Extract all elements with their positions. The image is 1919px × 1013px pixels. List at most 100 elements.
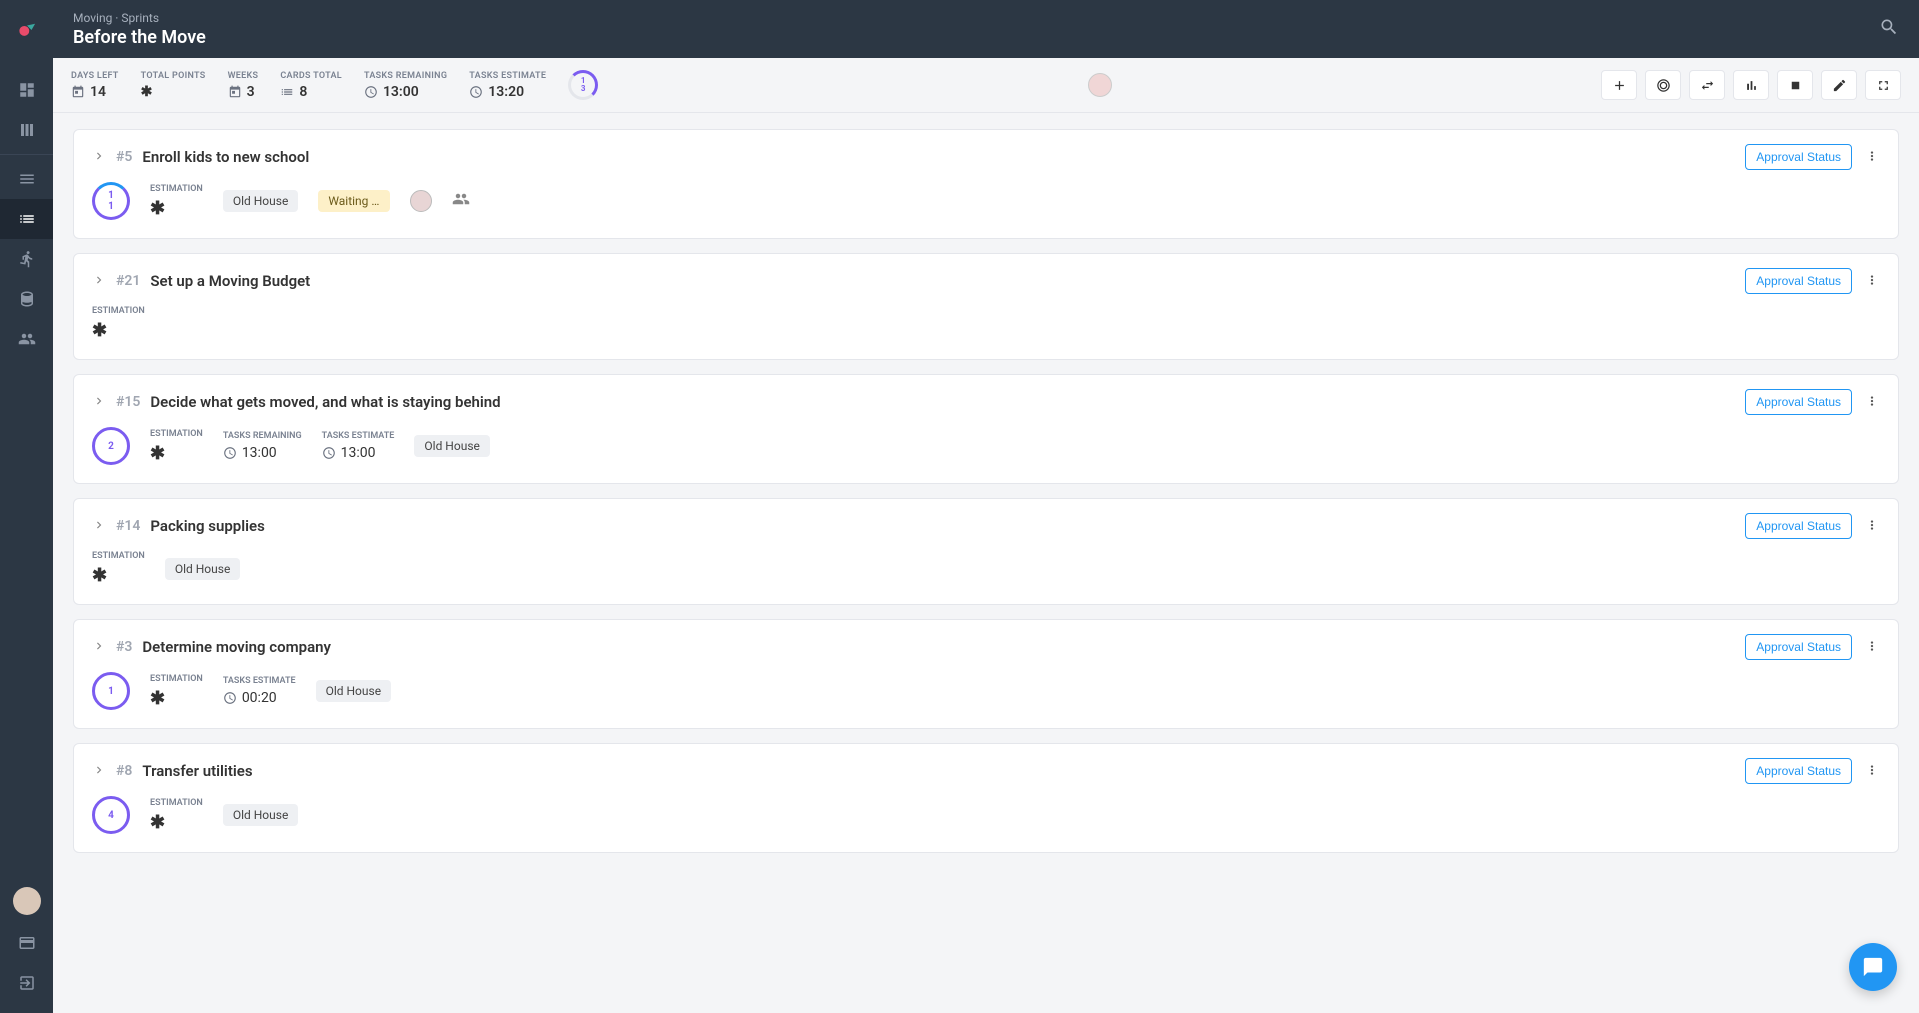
list-icon <box>280 85 294 99</box>
card-title: Determine moving company <box>142 638 331 656</box>
nav-columns[interactable] <box>0 110 53 150</box>
card-title: Set up a Moving Budget <box>150 272 310 290</box>
approval-status-button[interactable]: Approval Status <box>1745 268 1852 294</box>
card-id: #5 <box>116 149 132 165</box>
approval-status-button[interactable]: Approval Status <box>1745 389 1852 415</box>
approval-status-button[interactable]: Approval Status <box>1745 144 1852 170</box>
tag[interactable]: Old House <box>414 435 490 457</box>
expand-icon[interactable] <box>92 393 106 412</box>
card[interactable]: #5 Enroll kids to new school Approval St… <box>73 129 1899 239</box>
asterisk-icon: ✱ <box>150 812 203 833</box>
tasks_estimate-meta: TASKS ESTIMATE13:00 <box>322 431 395 461</box>
stat-weeks: WEEKS 3 <box>228 71 259 100</box>
asterisk-icon: ✱ <box>92 320 145 341</box>
clock-icon <box>223 446 237 460</box>
card-title: Decide what gets moved, and what is stay… <box>150 393 500 411</box>
add-button[interactable] <box>1601 70 1637 100</box>
expand-icon[interactable] <box>92 517 106 536</box>
nav-sprints[interactable] <box>0 239 53 279</box>
nav-storage[interactable] <box>0 279 53 319</box>
assignee-avatar[interactable] <box>410 190 432 212</box>
more-icon[interactable] <box>1864 272 1880 291</box>
progress-ring: 2 <box>92 427 130 465</box>
expand-icon[interactable] <box>92 762 106 781</box>
card-title: Packing supplies <box>150 517 264 535</box>
tag[interactable]: Old House <box>165 558 241 580</box>
nav-billing[interactable] <box>0 923 53 963</box>
asterisk-icon: ✱ <box>150 198 203 219</box>
stat-tasks-estimate: TASKS ESTIMATE 13:20 <box>469 71 546 100</box>
user-avatar[interactable] <box>13 887 41 915</box>
calendar-icon <box>228 85 242 99</box>
stop-button[interactable] <box>1777 70 1813 100</box>
stat-cards-total: CARDS TOTAL 8 <box>280 71 342 100</box>
nav-team[interactable] <box>0 319 53 359</box>
more-icon[interactable] <box>1864 638 1880 657</box>
stat-days-left: DAYS LEFT 14 <box>71 71 119 100</box>
card[interactable]: #21 Set up a Moving Budget Approval Stat… <box>73 253 1899 360</box>
tasks_estimate-meta: TASKS ESTIMATE00:20 <box>223 676 296 706</box>
more-icon[interactable] <box>1864 517 1880 536</box>
progress-ring: 1 <box>92 672 130 710</box>
card-id: #15 <box>116 394 140 410</box>
asterisk-icon: ✱ <box>92 565 145 586</box>
card[interactable]: #3 Determine moving company Approval Sta… <box>73 619 1899 729</box>
nav-dashboard[interactable] <box>0 70 53 110</box>
calendar-icon <box>71 85 85 99</box>
chat-button[interactable] <box>1849 943 1897 991</box>
stat-tasks-remaining: TASKS REMAINING 13:00 <box>364 71 447 100</box>
schedule-icon <box>322 446 336 460</box>
fullscreen-button[interactable] <box>1865 70 1901 100</box>
edit-button[interactable] <box>1821 70 1857 100</box>
progress-ring: 11 <box>92 182 130 220</box>
card-title: Enroll kids to new school <box>142 148 309 166</box>
card-id: #3 <box>116 639 132 655</box>
card[interactable]: #15 Decide what gets moved, and what is … <box>73 374 1899 484</box>
assignee-avatar[interactable] <box>1088 73 1112 97</box>
chart-button[interactable] <box>1733 70 1769 100</box>
card-title: Transfer utilities <box>142 762 252 780</box>
breadcrumb[interactable]: Moving · Sprints <box>73 11 206 25</box>
stat-total-points: TOTAL POINTS ✱ <box>141 71 206 100</box>
estimation-meta: ESTIMATION✱ <box>92 306 145 341</box>
approval-status-button[interactable]: Approval Status <box>1745 513 1852 539</box>
estimation-meta: ESTIMATION✱ <box>150 184 203 219</box>
tag[interactable]: Old House <box>316 680 392 702</box>
estimation-meta: ESTIMATION✱ <box>150 429 203 464</box>
tasks_remaining-meta: TASKS REMAINING13:00 <box>223 431 302 461</box>
expand-icon[interactable] <box>92 272 106 291</box>
nav-logout[interactable] <box>0 963 53 1003</box>
schedule-icon <box>223 691 237 705</box>
approval-status-button[interactable]: Approval Status <box>1745 634 1852 660</box>
info-bar: DAYS LEFT 14 TOTAL POINTS ✱ WEEKS 3 CARD… <box>53 58 1919 113</box>
asterisk-icon: ✱ <box>141 84 206 100</box>
topbar: Moving · Sprints Before the Move <box>53 0 1919 58</box>
group-icon[interactable] <box>452 190 470 212</box>
page-title: Before the Move <box>73 27 206 48</box>
more-icon[interactable] <box>1864 762 1880 781</box>
card-id: #21 <box>116 273 140 289</box>
card[interactable]: #14 Packing supplies Approval Status EST… <box>73 498 1899 605</box>
expand-icon[interactable] <box>92 148 106 167</box>
card[interactable]: #8 Transfer utilities Approval Status 4E… <box>73 743 1899 853</box>
more-icon[interactable] <box>1864 148 1880 167</box>
nav-list[interactable] <box>0 199 53 239</box>
estimation-meta: ESTIMATION✱ <box>92 551 145 586</box>
more-icon[interactable] <box>1864 393 1880 412</box>
transfer-button[interactable] <box>1689 70 1725 100</box>
progress-ring: 1 3 <box>568 70 598 100</box>
schedule-icon <box>469 85 483 99</box>
focus-button[interactable] <box>1645 70 1681 100</box>
asterisk-icon: ✱ <box>150 443 203 464</box>
nav-menu[interactable] <box>0 159 53 199</box>
search-icon[interactable] <box>1879 17 1899 41</box>
tag[interactable]: Old House <box>223 804 299 826</box>
clock-icon <box>364 85 378 99</box>
app-logo[interactable] <box>7 10 47 50</box>
tag[interactable]: Old House <box>223 190 299 212</box>
approval-status-button[interactable]: Approval Status <box>1745 758 1852 784</box>
progress-ring: 4 <box>92 796 130 834</box>
expand-icon[interactable] <box>92 638 106 657</box>
card-id: #8 <box>116 763 132 779</box>
tag[interactable]: Waiting Re… <box>318 190 390 212</box>
